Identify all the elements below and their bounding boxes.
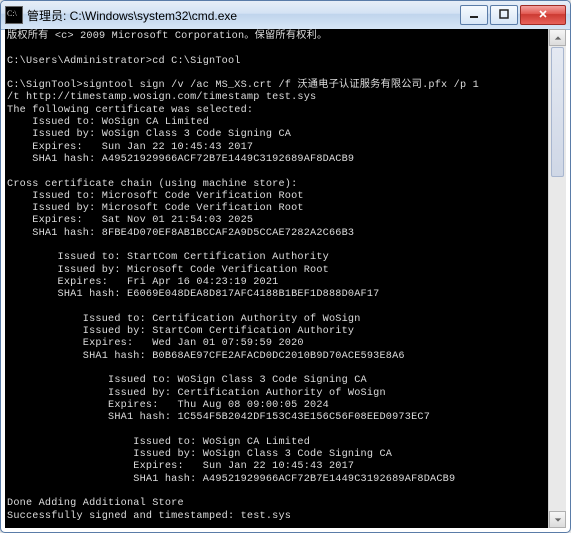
minimize-button[interactable] [460,5,488,25]
scroll-down-button[interactable] [549,511,566,528]
scrollbar-thumb[interactable] [551,47,564,177]
window-title: 管理员: C:\Windows\system32\cmd.exe [27,7,458,24]
chevron-down-icon [554,516,562,524]
console-area: 版权所有 <c> 2009 Microsoft Corporation。保留所有… [5,29,566,528]
maximize-button[interactable] [490,5,518,25]
scroll-up-button[interactable] [549,29,566,46]
vertical-scrollbar[interactable] [548,29,566,528]
close-button[interactable] [520,5,566,25]
cmd-window: 管理员: C:\Windows\system32\cmd.exe 版权所有 <c… [0,0,571,533]
chevron-up-icon [554,34,562,42]
cmd-icon [5,6,23,24]
window-titlebar[interactable]: 管理员: C:\Windows\system32\cmd.exe [1,1,570,30]
console-output[interactable]: 版权所有 <c> 2009 Microsoft Corporation。保留所有… [5,29,548,528]
window-controls [458,5,566,25]
